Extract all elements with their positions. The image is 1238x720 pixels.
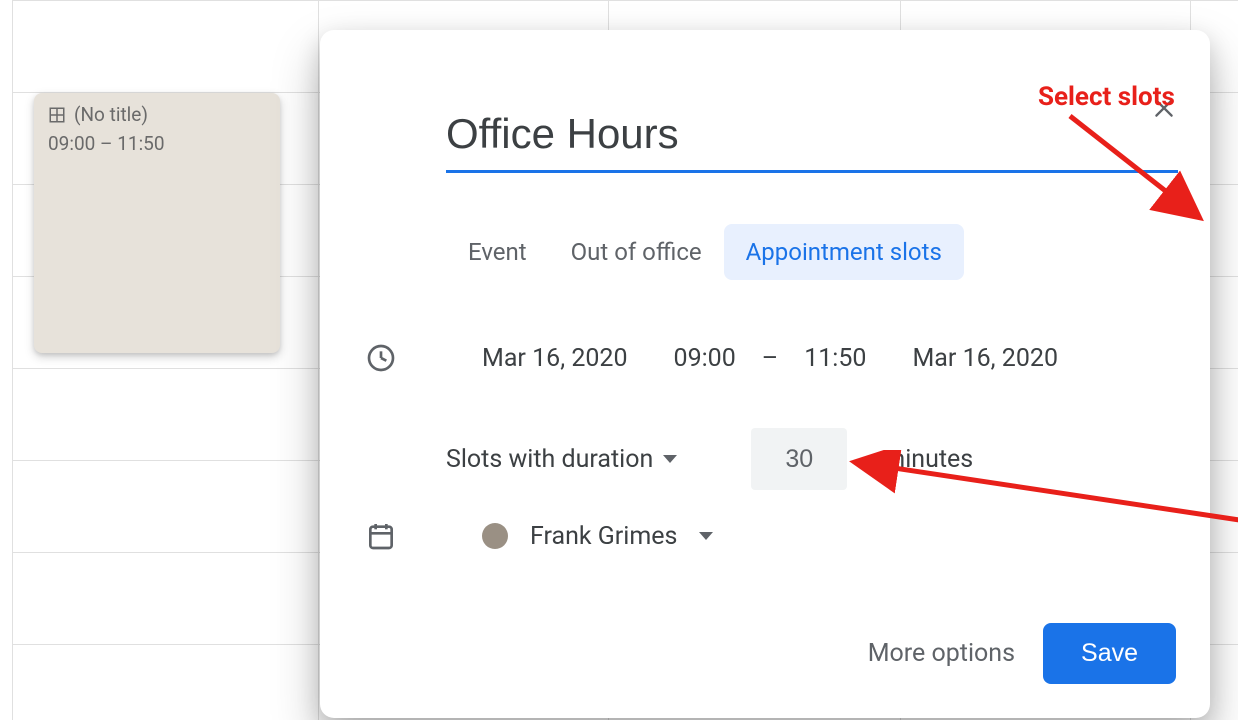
calendar-icon <box>365 520 397 552</box>
time-separator: – <box>762 344 778 373</box>
tab-out-of-office[interactable]: Out of office <box>549 224 724 280</box>
event-chip-time: 09:00 – 11:50 <box>48 132 266 157</box>
end-date[interactable]: Mar 16, 2020 <box>912 344 1058 373</box>
time-row: Mar 16, 2020 09:00 – 11:50 Mar 16, 2020 <box>360 342 1170 374</box>
start-date[interactable]: Mar 16, 2020 <box>482 344 628 373</box>
dialog-footer: More options Save <box>868 623 1176 684</box>
owner-name: Frank Grimes <box>530 522 677 551</box>
avatar <box>482 523 508 549</box>
duration-unit-label: minutes <box>883 445 973 474</box>
event-type-tabs: Event Out of office Appointment slots <box>446 224 964 280</box>
clock-icon <box>365 342 397 374</box>
save-button[interactable]: Save <box>1043 623 1176 684</box>
chevron-down-icon <box>663 455 677 463</box>
calendar-event-chip[interactable]: (No title) 09:00 – 11:50 <box>34 93 280 353</box>
tab-appointment-slots[interactable]: Appointment slots <box>724 224 964 280</box>
slots-type-dropdown[interactable]: Slots with duration <box>446 445 677 474</box>
appointment-grid-icon <box>48 106 66 124</box>
calendar-owner-row: Frank Grimes <box>360 520 1170 552</box>
calendar-owner-dropdown[interactable]: Frank Grimes <box>482 522 713 551</box>
event-chip-title: (No title) <box>74 103 148 128</box>
tab-event[interactable]: Event <box>446 224 549 280</box>
end-time[interactable]: 11:50 <box>804 344 866 373</box>
start-time[interactable]: 09:00 <box>674 344 736 373</box>
slots-row: Slots with duration minutes <box>446 428 1170 490</box>
event-create-dialog: Event Out of office Appointment slots Ma… <box>320 30 1210 718</box>
slots-type-label: Slots with duration <box>446 445 653 474</box>
chevron-down-icon <box>699 532 713 540</box>
slot-duration-input[interactable] <box>751 428 847 490</box>
event-title-input[interactable] <box>446 110 1178 173</box>
more-options-button[interactable]: More options <box>868 639 1015 668</box>
